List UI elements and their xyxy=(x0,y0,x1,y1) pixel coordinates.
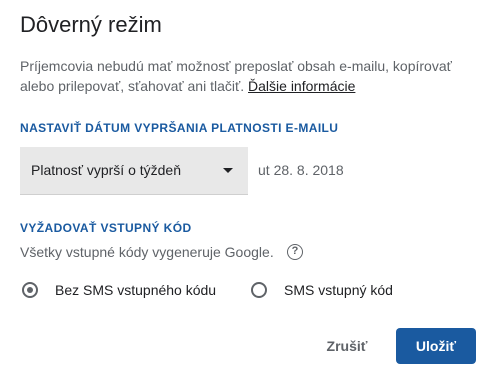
passcode-section-title: VYŽADOVAŤ VSTUPNÝ KÓD xyxy=(20,221,192,235)
cancel-button[interactable]: Zrušiť xyxy=(318,330,376,362)
passcode-description: Všetky vstupné kódy vygeneruje Google. xyxy=(20,244,274,260)
expiry-section-title: NASTAVIŤ DÁTUM VYPRŠANIA PLATNOSTI E-MAI… xyxy=(20,121,339,135)
save-button[interactable]: Uložiť xyxy=(396,328,476,364)
dropdown-arrow-icon xyxy=(223,168,233,173)
confidential-mode-dialog: Dôverný režim Príjemcovia nebudú mať mož… xyxy=(0,0,497,382)
dialog-description: Príjemcovia nebudú mať možnosť preposlať… xyxy=(20,56,480,96)
help-icon[interactable]: ? xyxy=(287,244,303,260)
radio-no-sms-passcode[interactable] xyxy=(22,282,38,298)
radio-sms-passcode[interactable] xyxy=(251,282,267,298)
description-text: Príjemcovia nebudú mať možnosť preposlať… xyxy=(20,58,452,94)
radio-no-sms-passcode-label[interactable]: Bez SMS vstupného kódu xyxy=(55,282,216,298)
learn-more-link[interactable]: Ďalšie informácie xyxy=(248,78,355,94)
expiry-date: ut 28. 8. 2018 xyxy=(258,162,344,178)
expiry-select[interactable]: Platnosť vyprší o týždeň xyxy=(20,147,248,195)
radio-sms-passcode-label[interactable]: SMS vstupný kód xyxy=(284,282,393,298)
dialog-title: Dôverný režim xyxy=(20,12,162,37)
expiry-select-value: Platnosť vyprší o týždeň xyxy=(31,162,181,178)
